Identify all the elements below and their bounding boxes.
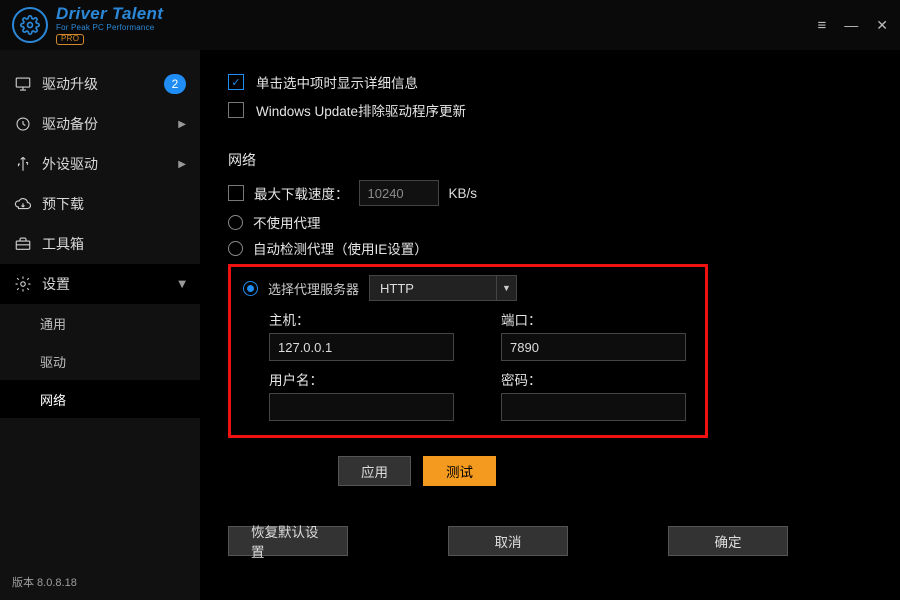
chevron-right-icon: ▶ (178, 119, 186, 130)
sidebar-sub-general[interactable]: 通用 (0, 304, 200, 342)
monitor-icon (14, 75, 32, 93)
sidebar-sub-network[interactable]: 网络 (0, 380, 200, 418)
sidebar-item-label: 预下载 (42, 194, 84, 214)
sidebar-item-label: 驱动备份 (42, 114, 98, 134)
password-input[interactable] (501, 393, 686, 421)
proxy-highlight-box: 选择代理服务器 HTTP ▼ 主机： 端口： (228, 264, 708, 438)
sidebar-item-settings[interactable]: 设置 ▶ (0, 264, 200, 304)
menu-icon[interactable]: ≡ (818, 18, 827, 33)
apply-button[interactable]: 应用 (338, 456, 411, 486)
sidebar-item-label: 驱动升级 (42, 74, 98, 94)
logo-badge-icon (12, 7, 48, 43)
sidebar-item-toolbox[interactable]: 工具箱 (0, 224, 200, 264)
maxspeed-unit: KB/s (449, 186, 478, 201)
checkbox-maxspeed[interactable] (228, 185, 244, 201)
cloud-download-icon (14, 195, 32, 213)
version-label: 版本 8.0.8.18 (0, 566, 200, 600)
port-label: 端口： (501, 309, 693, 329)
app-window: Driver Talent For Peak PC Performance PR… (0, 0, 900, 600)
sidebar-item-label: 设置 (42, 274, 70, 294)
host-label: 主机： (269, 309, 461, 329)
gear-icon (14, 275, 32, 293)
ok-button[interactable]: 确定 (668, 526, 788, 556)
sidebar-item-upgrade[interactable]: 驱动升级 2 (0, 64, 200, 104)
maxspeed-input[interactable] (359, 180, 439, 206)
radio-no-proxy[interactable] (228, 215, 243, 230)
sidebar-item-peripheral[interactable]: 外设驱动 ▶ (0, 144, 200, 184)
toolbox-icon (14, 235, 32, 253)
sidebar-item-backup[interactable]: 驱动备份 ▶ (0, 104, 200, 144)
test-button[interactable]: 测试 (423, 456, 496, 486)
cancel-button[interactable]: 取消 (448, 526, 568, 556)
proxy-protocol-dropdown[interactable]: HTTP ▼ (369, 275, 517, 301)
app-subtitle: For Peak PC Performance (56, 24, 163, 33)
sidebar-item-label: 工具箱 (42, 234, 84, 254)
radio-auto-proxy[interactable] (228, 241, 243, 256)
radio-label: 不使用代理 (253, 212, 321, 232)
sidebar-sub-driver[interactable]: 驱动 (0, 342, 200, 380)
user-label: 用户名： (269, 369, 461, 389)
radio-label: 自动检测代理（使用IE设置） (253, 238, 428, 258)
checkbox-label: Windows Update排除驱动程序更新 (256, 100, 466, 120)
radio-label: 选择代理服务器 (268, 279, 359, 298)
app-title: Driver Talent (56, 5, 163, 24)
password-label: 密码： (501, 369, 693, 389)
pro-badge: PRO (56, 34, 84, 45)
sidebar: 驱动升级 2 驱动备份 ▶ 外设驱动 ▶ 预下载 工具箱 (0, 50, 200, 600)
checkbox-exclude-wu[interactable] (228, 102, 244, 118)
port-input[interactable] (501, 333, 686, 361)
restore-defaults-button[interactable]: 恢复默认设置 (228, 526, 348, 556)
logo: Driver Talent For Peak PC Performance PR… (12, 5, 163, 44)
maxspeed-label: 最大下载速度： (254, 183, 349, 203)
section-network-title: 网络 (228, 150, 868, 170)
badge-count: 2 (164, 74, 186, 94)
backup-icon (14, 115, 32, 133)
sidebar-item-label: 外设驱动 (42, 154, 98, 174)
username-input[interactable] (269, 393, 454, 421)
titlebar: Driver Talent For Peak PC Performance PR… (0, 0, 900, 50)
chevron-down-icon: ▶ (177, 280, 188, 288)
minimize-button[interactable]: — (844, 18, 858, 32)
radio-select-proxy[interactable] (243, 281, 258, 296)
host-input[interactable] (269, 333, 454, 361)
sidebar-item-predownload[interactable]: 预下载 (0, 184, 200, 224)
checkbox-show-detail[interactable]: ✓ (228, 74, 244, 90)
content-panel: ✓ 单击选中项时显示详细信息 Windows Update排除驱动程序更新 网络… (200, 50, 900, 600)
chevron-down-icon: ▼ (496, 276, 516, 300)
checkbox-label: 单击选中项时显示详细信息 (256, 72, 418, 92)
chevron-right-icon: ▶ (178, 159, 186, 170)
close-button[interactable]: ✕ (876, 18, 888, 32)
usb-icon (14, 155, 32, 173)
